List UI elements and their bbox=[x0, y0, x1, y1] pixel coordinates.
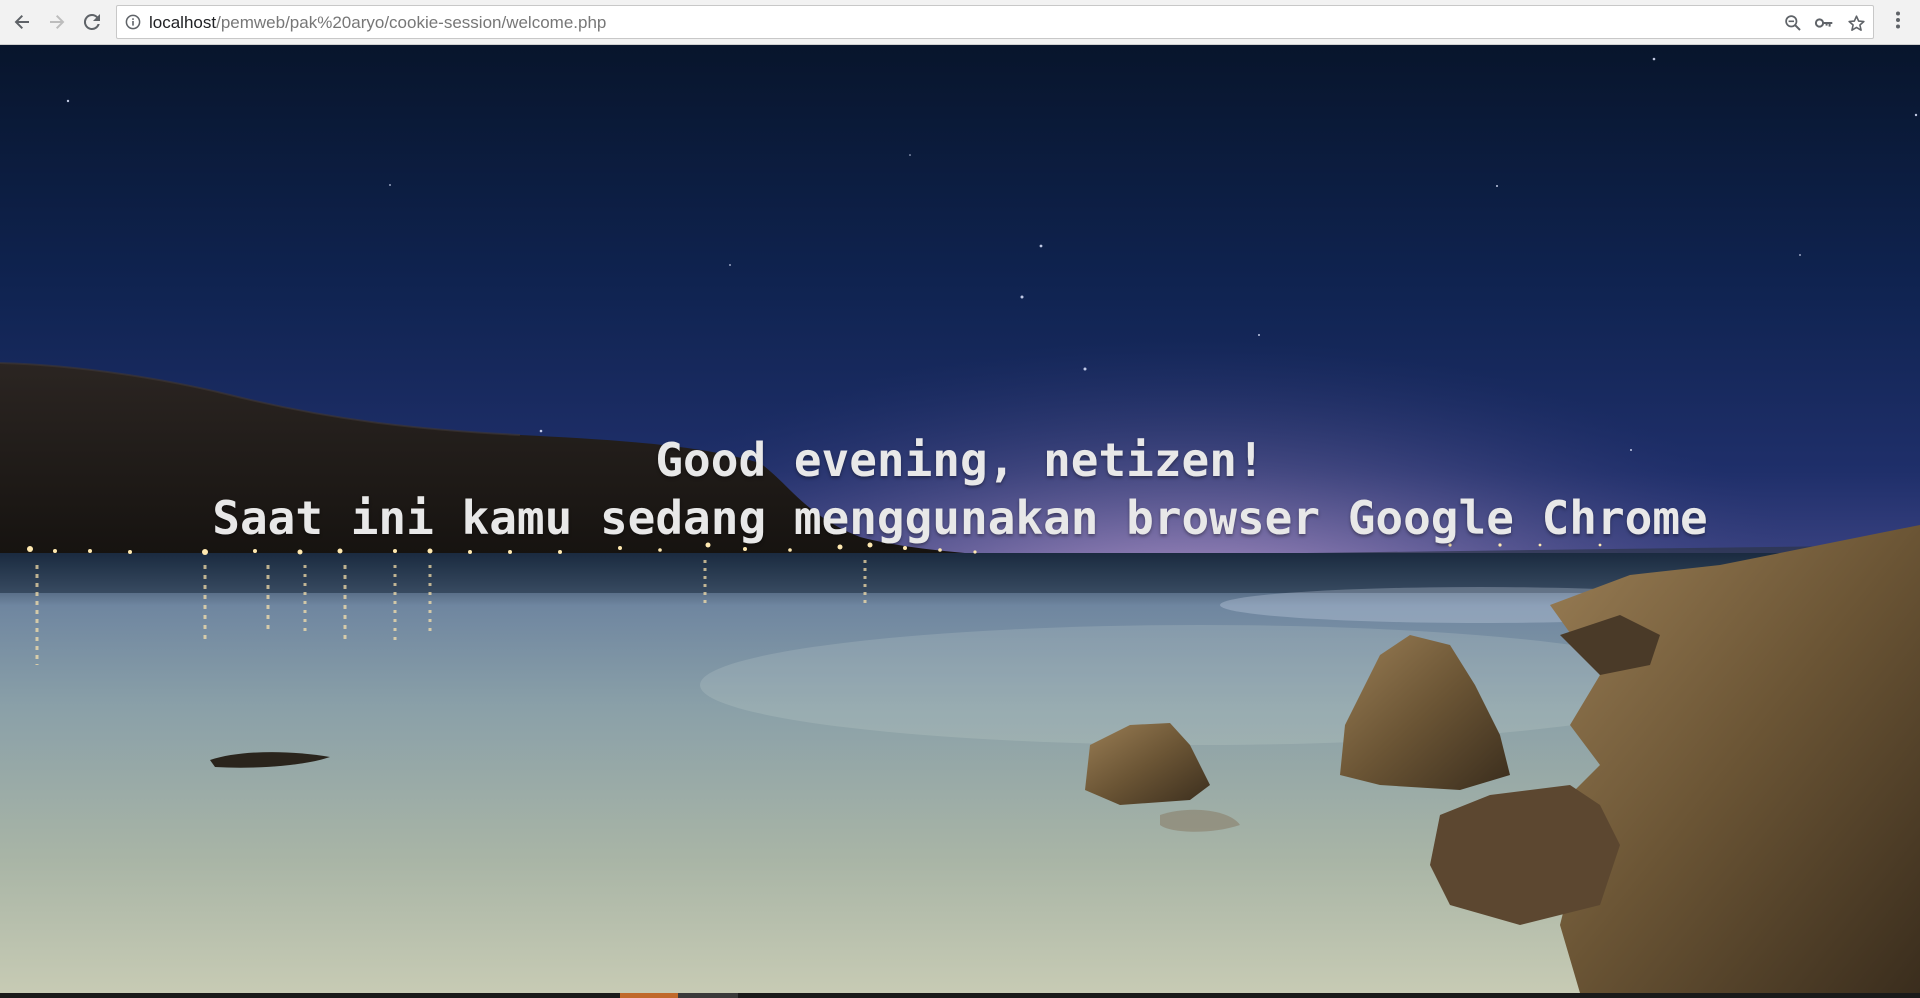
kebab-menu-icon bbox=[1895, 10, 1901, 34]
arrow-left-icon bbox=[12, 12, 32, 32]
info-icon[interactable] bbox=[125, 14, 141, 30]
browser-toolbar: localhost/pemweb/pak%20aryo/cookie-sessi… bbox=[0, 0, 1920, 45]
greeting-text: Good evening, netizen! Saat ini kamu sed… bbox=[0, 431, 1920, 547]
bottom-strip bbox=[0, 993, 1920, 998]
menu-button[interactable] bbox=[1886, 9, 1910, 35]
page-viewport: Good evening, netizen! Saat ini kamu sed… bbox=[0, 45, 1920, 993]
key-icon[interactable] bbox=[1814, 13, 1834, 33]
strip-mark-orange bbox=[620, 993, 678, 998]
strip-mark-gray bbox=[678, 993, 738, 998]
url-host: localhost bbox=[149, 13, 217, 32]
arrow-right-icon bbox=[47, 12, 67, 32]
zoom-out-icon[interactable] bbox=[1783, 13, 1803, 33]
url-path: /pemweb/pak%20aryo/cookie-session/welcom… bbox=[216, 13, 607, 32]
reload-icon bbox=[82, 12, 102, 32]
back-button[interactable] bbox=[9, 9, 35, 35]
reload-button[interactable] bbox=[79, 9, 105, 35]
forward-button[interactable] bbox=[44, 9, 70, 35]
star-icon[interactable] bbox=[1846, 13, 1866, 33]
address-bar[interactable]: localhost/pemweb/pak%20aryo/cookie-sessi… bbox=[116, 5, 1874, 39]
browser-info-text: Saat ini kamu sedang menggunakan browser… bbox=[212, 491, 1708, 545]
url-text[interactable]: localhost/pemweb/pak%20aryo/cookie-sessi… bbox=[149, 13, 606, 33]
greeting-title: Good evening, netizen! bbox=[655, 433, 1265, 487]
